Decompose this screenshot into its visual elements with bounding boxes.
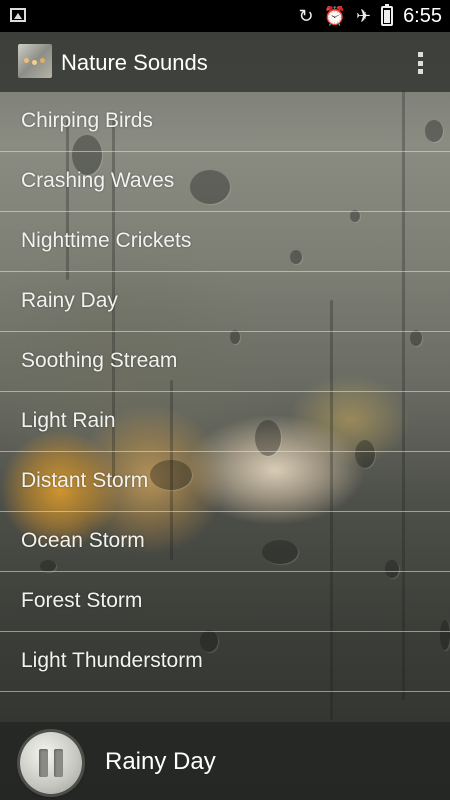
sound-item-distant-storm[interactable]: Distant Storm bbox=[0, 452, 450, 512]
sound-item-light-thunderstorm[interactable]: Light Thunderstorm bbox=[0, 632, 450, 692]
sound-label: Nighttime Crickets bbox=[21, 229, 192, 252]
sound-label: Crashing Waves bbox=[21, 169, 175, 192]
sound-item-soothing-stream[interactable]: Soothing Stream bbox=[0, 332, 450, 392]
image-icon bbox=[10, 8, 26, 22]
status-bar: ↻ ⏰ ✈ 6:55 bbox=[0, 0, 450, 32]
sound-item-nighttime-crickets[interactable]: Nighttime Crickets bbox=[0, 212, 450, 272]
airplane-icon: ✈ bbox=[355, 6, 372, 26]
sound-item-ocean-storm[interactable]: Ocean Storm bbox=[0, 512, 450, 572]
battery-icon bbox=[381, 4, 394, 26]
player-bar: Rainy Day bbox=[0, 722, 450, 800]
sound-label: Soothing Stream bbox=[21, 349, 178, 372]
sound-label: Distant Storm bbox=[21, 469, 149, 492]
now-playing-title: Rainy Day bbox=[105, 748, 216, 775]
sound-item-light-rain[interactable]: Light Rain bbox=[0, 392, 450, 452]
status-time: 6:55 bbox=[403, 4, 442, 27]
overflow-menu-icon[interactable] bbox=[416, 52, 424, 74]
sound-label: Rainy Day bbox=[21, 289, 118, 312]
sound-item-forest-storm[interactable]: Forest Storm bbox=[0, 572, 450, 632]
sound-label: Ocean Storm bbox=[21, 529, 145, 552]
sound-list: Chirping Birds Crashing Waves Nighttime … bbox=[0, 92, 450, 692]
status-icons: ↻ ⏰ ✈ 6:55 bbox=[298, 0, 442, 32]
sound-item-rainy-day[interactable]: Rainy Day bbox=[0, 272, 450, 332]
app-icon[interactable] bbox=[18, 44, 52, 78]
pause-button[interactable] bbox=[20, 732, 82, 794]
sound-label: Chirping Birds bbox=[21, 109, 153, 132]
pause-icon bbox=[39, 749, 48, 777]
alarm-icon: ⏰ bbox=[323, 6, 346, 26]
sound-label: Light Rain bbox=[21, 409, 116, 432]
sound-label: Light Thunderstorm bbox=[21, 649, 203, 672]
app-title: Nature Sounds bbox=[61, 50, 208, 75]
sound-item-crashing-waves[interactable]: Crashing Waves bbox=[0, 152, 450, 212]
pause-icon-bar bbox=[54, 749, 63, 777]
action-bar: Nature Sounds bbox=[0, 32, 450, 92]
sound-label: Forest Storm bbox=[21, 589, 143, 612]
rotate-icon: ↻ bbox=[298, 6, 314, 26]
sound-item-chirping-birds[interactable]: Chirping Birds bbox=[0, 92, 450, 152]
